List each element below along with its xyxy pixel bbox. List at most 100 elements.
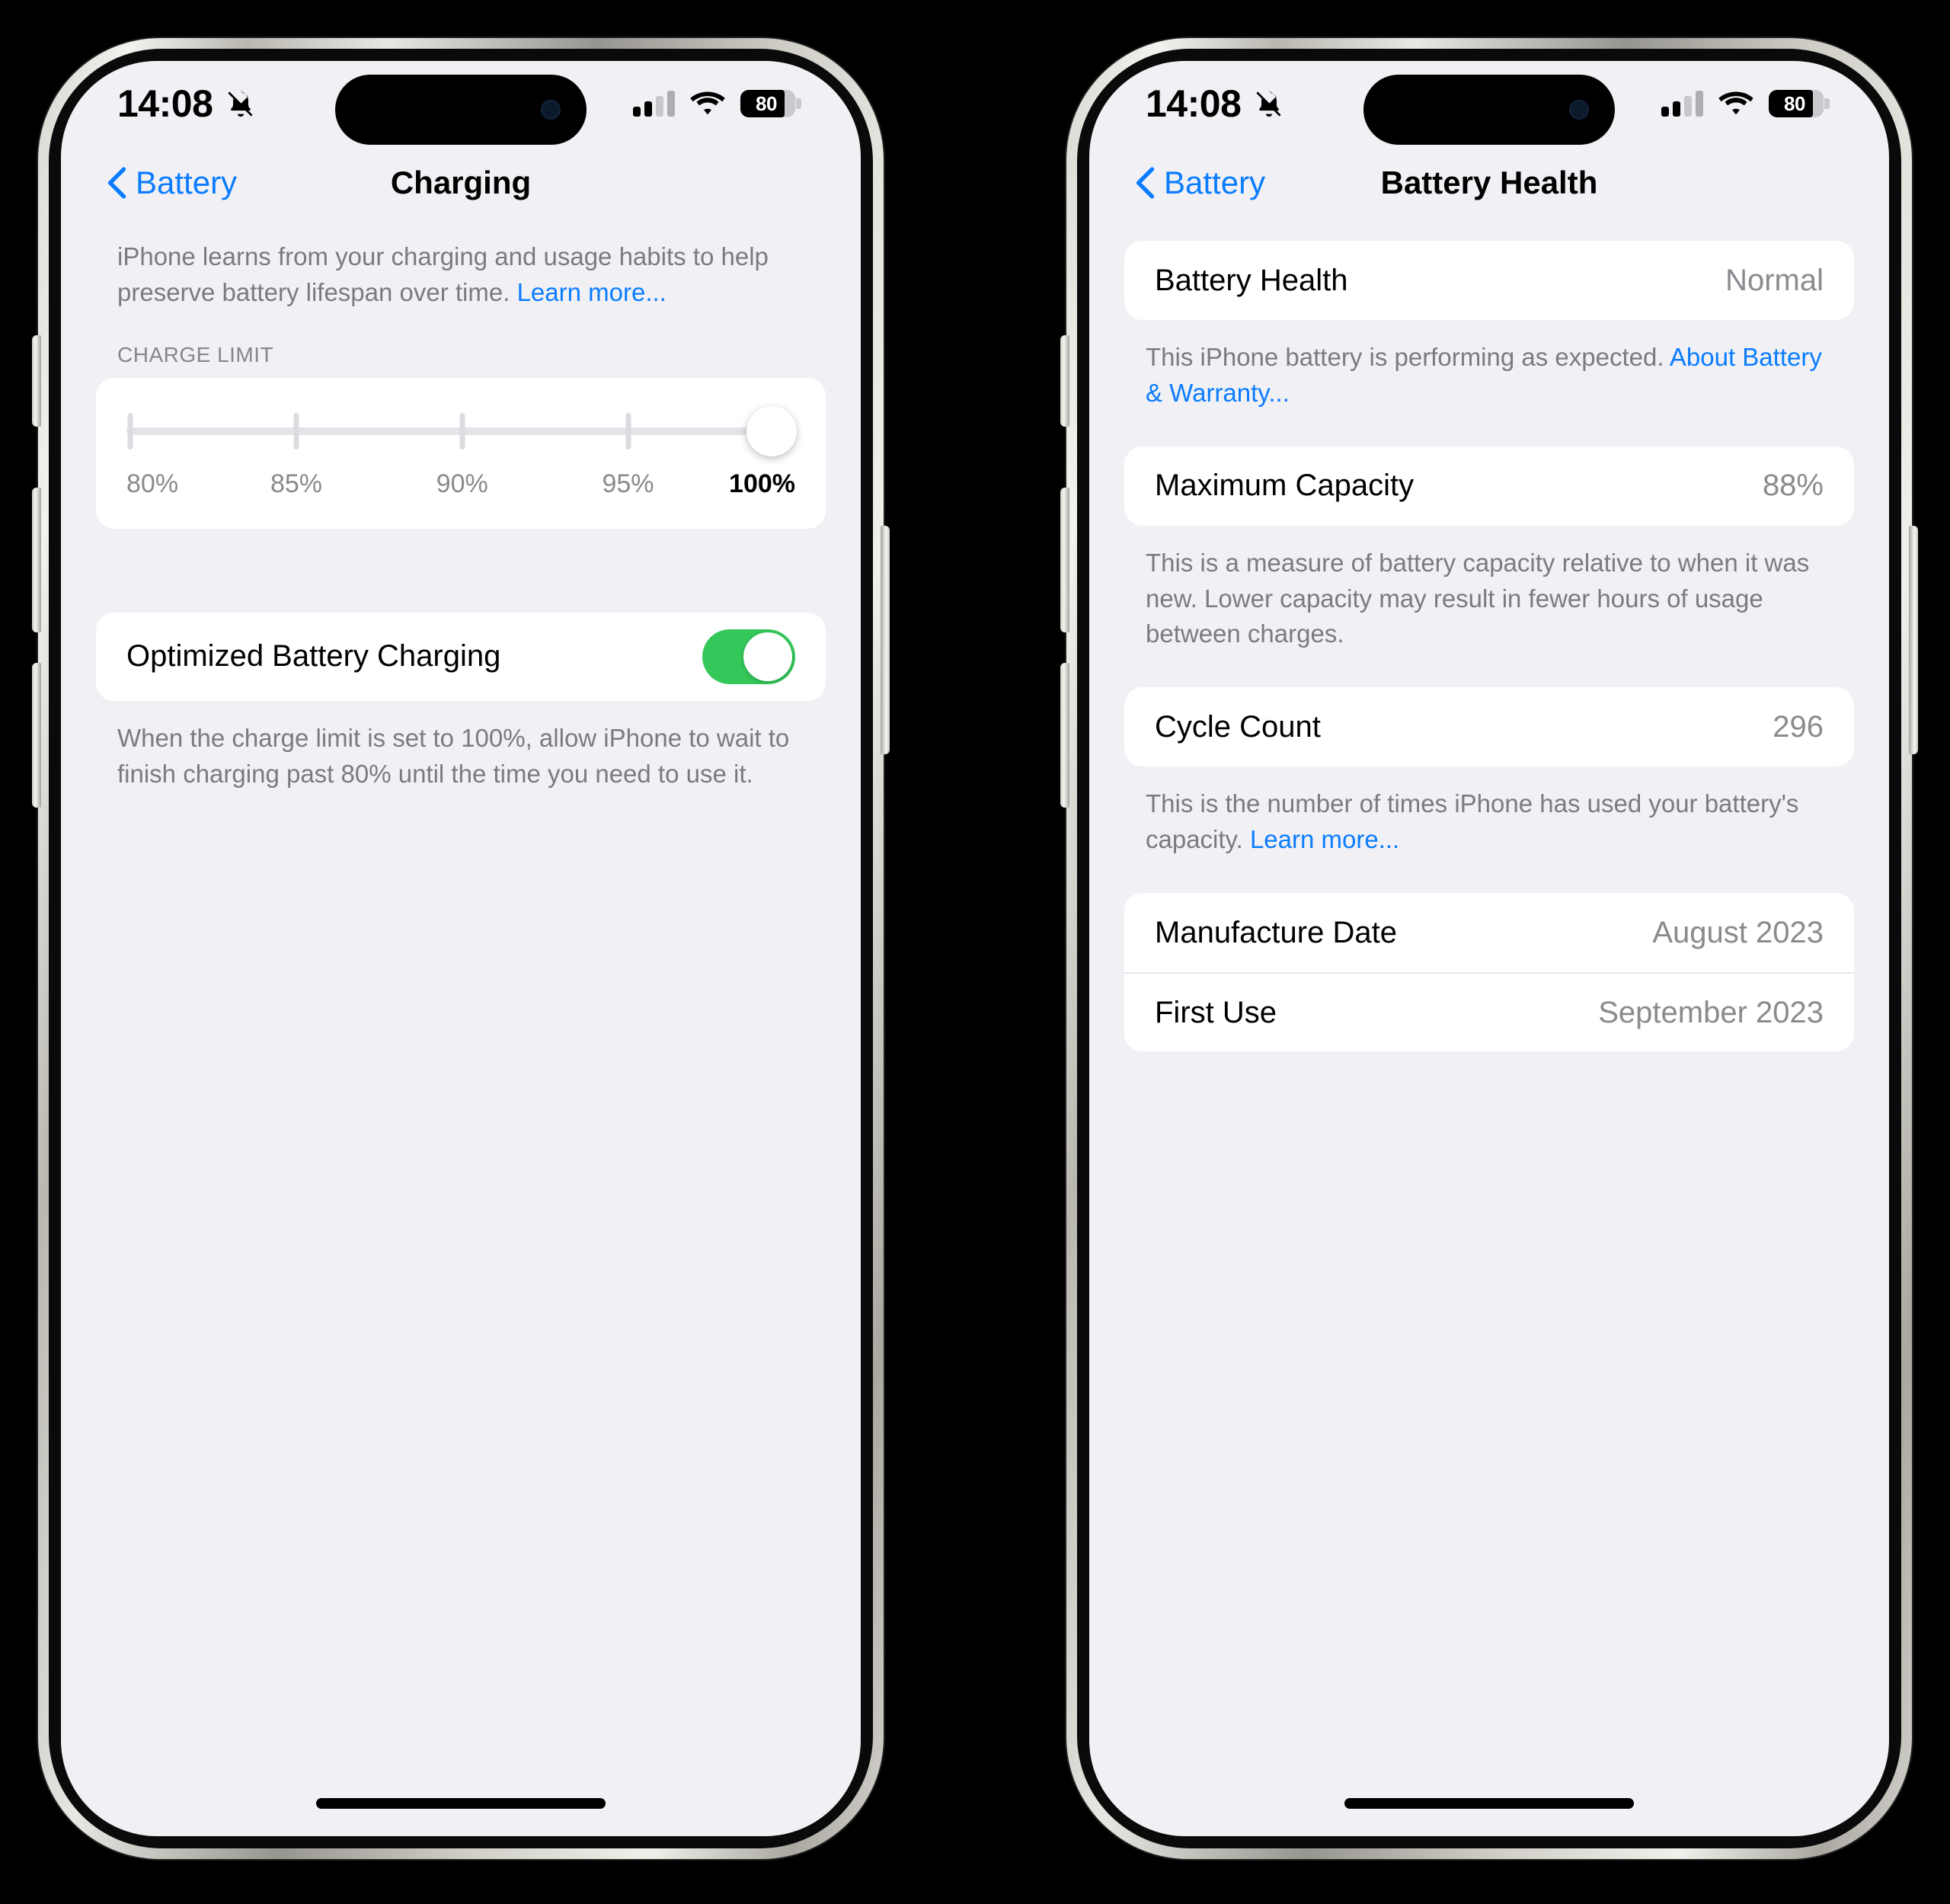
- status-bar-right: 80: [1661, 90, 1830, 117]
- toggle-knob: [743, 632, 792, 681]
- maximum-capacity-footnote: This is a measure of battery capacity re…: [1146, 548, 1810, 648]
- cycle-count-label: Cycle Count: [1155, 709, 1321, 744]
- slider-thumb[interactable]: [746, 405, 798, 456]
- volume-down-button[interactable]: [32, 663, 41, 808]
- home-indicator[interactable]: [1344, 1798, 1634, 1809]
- iphone-device-charging: 14:08 80 Battery Charging iPhone learns …: [32, 38, 890, 1859]
- status-bar-left: 14:08: [1146, 82, 1397, 126]
- dynamic-island: [1363, 75, 1615, 145]
- dynamic-island: [335, 75, 587, 145]
- slider-tick-90: [459, 412, 465, 450]
- wifi-icon: [1718, 91, 1753, 115]
- status-bar: 14:08 80: [61, 61, 861, 146]
- slider-label-95: 95%: [602, 469, 654, 498]
- chevron-left-icon: [1136, 167, 1155, 199]
- battery-health-value: Normal: [1725, 263, 1824, 297]
- charge-limit-card: 80% 85% 90% 95% 100%: [96, 377, 826, 529]
- optimized-battery-charging-row[interactable]: Optimized Battery Charging: [96, 613, 826, 701]
- optimized-battery-charging-label: Optimized Battery Charging: [126, 639, 501, 674]
- battery-icon: 80: [740, 90, 801, 117]
- battery-dates-card: Manufacture Date August 2023 First Use S…: [1124, 893, 1854, 1052]
- charge-limit-header: CHARGE LIMIT: [117, 342, 274, 366]
- volume-up-button[interactable]: [32, 488, 41, 632]
- cellular-signal-icon: [633, 91, 675, 117]
- cycle-count-row[interactable]: Cycle Count 296: [1124, 687, 1854, 766]
- front-camera-icon: [1569, 100, 1589, 120]
- page-title: Battery Health: [1380, 165, 1598, 200]
- home-indicator[interactable]: [316, 1798, 606, 1809]
- maximum-capacity-row[interactable]: Maximum Capacity 88%: [1124, 446, 1854, 526]
- status-time: 14:08: [117, 82, 213, 125]
- maximum-capacity-value: 88%: [1762, 469, 1824, 503]
- cycle-count-footnote-body: This is the number of times iPhone has u…: [1146, 789, 1799, 854]
- first-use-value: September 2023: [1598, 995, 1824, 1029]
- manufacture-date-row: Manufacture Date August 2023: [1124, 893, 1854, 972]
- slider-tick-95: [625, 412, 631, 450]
- battery-health-card: Battery Health Normal: [1124, 241, 1854, 320]
- battery-health-content: Battery Health Normal This iPhone batter…: [1089, 219, 1889, 1052]
- slider-label-80: 80%: [126, 469, 179, 498]
- wifi-icon: [690, 91, 725, 115]
- battery-cap: [796, 98, 801, 109]
- charging-intro-body: iPhone learns from your charging and usa…: [117, 242, 769, 306]
- first-use-row: First Use September 2023: [1124, 972, 1854, 1051]
- battery-percent-label: 80: [756, 91, 777, 115]
- first-use-label: First Use: [1155, 995, 1277, 1029]
- battery-health-footnote: This iPhone battery is performing as exp…: [1124, 320, 1854, 411]
- battery-health-row[interactable]: Battery Health Normal: [1124, 241, 1854, 320]
- volume-up-button[interactable]: [1060, 488, 1069, 632]
- optimized-charging-footnote: When the charge limit is set to 100%, al…: [117, 723, 790, 788]
- battery-health-label: Battery Health: [1155, 263, 1348, 297]
- iphone-device-battery-health: 14:08 80 Battery Battery Health Battery …: [1060, 38, 1918, 1859]
- charging-content: iPhone learns from your charging and usa…: [61, 219, 861, 792]
- optimized-battery-charging-toggle[interactable]: [702, 629, 795, 684]
- action-button[interactable]: [1060, 335, 1069, 427]
- chevron-left-icon: [107, 167, 126, 199]
- maximum-capacity-label: Maximum Capacity: [1155, 469, 1415, 503]
- maximum-capacity-card: Maximum Capacity 88%: [1124, 446, 1854, 526]
- optimized-charging-card: Optimized Battery Charging: [96, 612, 826, 701]
- slider-label-100: 100%: [729, 469, 795, 498]
- battery-percent-label: 80: [1784, 91, 1805, 115]
- screen-battery-health: 14:08 80 Battery Battery Health Battery …: [1089, 61, 1889, 1836]
- learn-more-link-charging[interactable]: Learn more...: [517, 278, 667, 306]
- page-title: Charging: [390, 165, 532, 200]
- battery-health-footnote-body: This iPhone battery is performing as exp…: [1146, 343, 1670, 371]
- slider-tick-80: [127, 412, 133, 450]
- charge-limit-slider[interactable]: [126, 404, 798, 459]
- learn-more-link-cycle-count[interactable]: Learn more...: [1250, 825, 1399, 853]
- battery-icon: 80: [1769, 90, 1830, 117]
- bell-slash-icon: [1256, 90, 1281, 117]
- volume-down-button[interactable]: [1060, 663, 1069, 808]
- power-button[interactable]: [881, 526, 890, 754]
- power-button[interactable]: [1909, 526, 1918, 754]
- slider-label-90: 90%: [436, 469, 488, 498]
- status-bar: 14:08 80: [1089, 61, 1889, 146]
- back-button-label: Battery: [1164, 165, 1266, 200]
- navigation-bar-charging: Battery Charging: [61, 146, 861, 219]
- bell-slash-icon: [228, 90, 253, 117]
- screen-charging: 14:08 80 Battery Charging iPhone learns …: [61, 61, 861, 1836]
- back-button-battery[interactable]: Battery: [1135, 165, 1265, 201]
- status-bar-left: 14:08: [117, 82, 369, 126]
- cycle-count-value: 296: [1773, 709, 1824, 744]
- back-button-label: Battery: [136, 165, 238, 200]
- status-bar-right: 80: [633, 90, 801, 117]
- manufacture-date-label: Manufacture Date: [1155, 915, 1397, 949]
- action-button[interactable]: [32, 335, 41, 427]
- manufacture-date-value: August 2023: [1652, 915, 1824, 949]
- front-camera-icon: [541, 100, 561, 120]
- slider-tick-85: [293, 412, 299, 450]
- cellular-signal-icon: [1661, 91, 1703, 117]
- navigation-bar-battery-health: Battery Battery Health: [1089, 146, 1889, 219]
- slider-label-85: 85%: [270, 469, 323, 498]
- status-time: 14:08: [1146, 82, 1242, 125]
- cycle-count-card: Cycle Count 296: [1124, 687, 1854, 767]
- back-button-battery[interactable]: Battery: [107, 165, 237, 201]
